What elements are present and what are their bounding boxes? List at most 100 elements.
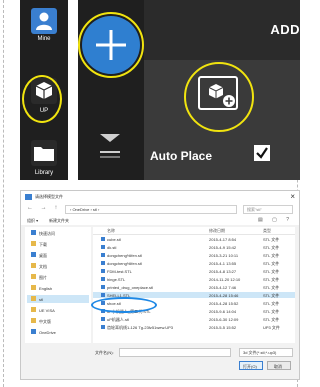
- add-options-panel: Auto Place: [144, 60, 300, 180]
- file-row[interactable]: dk.stl 2015-4-9 15:42 STL 文件: [93, 244, 295, 250]
- file-icon: [101, 285, 105, 289]
- nav-item-label: OneDrive: [39, 330, 56, 335]
- download-tray-icon[interactable]: [96, 126, 124, 162]
- file-type: STL 文件: [263, 261, 280, 266]
- file-type: STL 文件: [263, 245, 280, 250]
- file-row[interactable]: dongcheng%lfen.stl 2015-4-1 13:55 STL 文件: [93, 260, 295, 266]
- file-row[interactable]: FDM-test.STL 2015-4-8 13:27 STL 文件: [93, 268, 295, 274]
- nav-item-label: 下载: [39, 242, 47, 247]
- file-row[interactable]: hinge.STL 2014-11-20 12:10 STL 文件: [93, 276, 295, 282]
- folder-icon: [31, 274, 36, 279]
- up-studio-panel: Mine UP Library ADD Auto Place: [20, 0, 300, 180]
- nav-arrows-icon[interactable]: ← → ↑: [27, 205, 60, 211]
- address-bar[interactable]: › OneDrive › stl ›: [65, 205, 237, 214]
- nav-item-label: 图片: [39, 275, 47, 280]
- column-type[interactable]: 类型: [263, 228, 271, 234]
- file-type: STL 文件: [263, 285, 280, 290]
- file-list: 名称 修改日期 类型 cube.stl 2015-4-17 8:54 STL 文件 d…: [93, 227, 295, 343]
- filename-input[interactable]: [119, 348, 231, 357]
- nav-item[interactable]: English: [27, 284, 89, 292]
- file-list-header: 名称 修改日期 类型: [93, 227, 295, 235]
- dialog-titlebar: 请选择模型文件 ×: [21, 191, 299, 203]
- nav-item-label: English: [39, 286, 53, 291]
- nav-item-label: 文档: [39, 264, 47, 269]
- dialog-title: 请选择模型文件: [35, 194, 63, 199]
- folder-icon: [31, 296, 36, 301]
- mine-label: Mine: [37, 36, 51, 42]
- file-row[interactable]: dongcheng%lfen.stl 2015-3-21 10:11 STL 文件: [93, 252, 295, 258]
- file-date: 2015-4-28 15:52: [209, 301, 239, 306]
- file-date: 2015-4-17 8:54: [209, 237, 237, 242]
- nav-item[interactable]: 图片: [27, 273, 89, 281]
- file-name: dk.stl: [107, 245, 117, 250]
- highlight-circle-add: [78, 12, 144, 78]
- cancel-button[interactable]: 取消: [267, 361, 291, 370]
- file-type: STL 文件: [263, 301, 280, 306]
- search-placeholder: 搜索"stl": [247, 207, 262, 212]
- file-type: STL 文件: [263, 253, 280, 258]
- dialog-toolbar: 组织 ▾ 新建文件夹 ▤ ▢ ?: [21, 215, 299, 225]
- add-title: ADD: [270, 22, 300, 37]
- file-row[interactable]: 齿轮耳机线1-126 Tg-23fz51wew.UP3 2015-5-5 15:5…: [93, 324, 295, 330]
- mine-button[interactable]: Mine: [20, 8, 68, 42]
- file-row[interactable]: cube.stl 2015-4-17 8:54 STL 文件: [93, 236, 295, 242]
- file-name: cube.stl: [107, 237, 121, 242]
- file-date: 2015-5-5 15:52: [209, 325, 237, 330]
- nav-item-label: 中文版: [39, 319, 51, 324]
- nav-item[interactable]: 文档: [27, 262, 89, 270]
- header-strip: ADD: [144, 0, 300, 60]
- organize-button[interactable]: 组织 ▾: [27, 218, 38, 224]
- file-icon: [101, 293, 105, 297]
- workspace-area: ADD Auto Place: [78, 0, 300, 180]
- highlight-circle-selected-file: [91, 297, 157, 313]
- folder-icon: [31, 285, 36, 290]
- file-icon: [101, 245, 105, 249]
- folder-icon: [31, 263, 36, 268]
- nav-item-label: 桌面: [39, 253, 47, 258]
- nav-item[interactable]: OneDrive: [27, 328, 89, 336]
- cloud-icon: [31, 252, 36, 257]
- column-name[interactable]: 名称: [107, 228, 115, 234]
- nav-item[interactable]: 桌面: [27, 251, 89, 259]
- file-type: STL 文件: [263, 309, 280, 314]
- file-type: STL 文件: [263, 237, 280, 242]
- nav-item[interactable]: 快速访问: [27, 229, 89, 237]
- file-name: dongcheng%lfen.stl: [107, 261, 142, 266]
- nav-item[interactable]: 下载: [27, 240, 89, 248]
- auto-place-checkbox[interactable]: [254, 145, 270, 161]
- search-box[interactable]: 搜索"stl": [243, 205, 293, 214]
- view-options-icon[interactable]: ▤ ▢ ?: [258, 217, 293, 223]
- file-name: hinge.STL: [107, 277, 126, 282]
- file-type: STL 文件: [263, 317, 280, 322]
- user-icon: [31, 8, 57, 34]
- column-date[interactable]: 修改日期: [209, 228, 225, 234]
- filename-label: 文件名(N):: [95, 350, 114, 355]
- checkmark-icon: [256, 147, 268, 159]
- address-breadcrumb: › OneDrive › stl ›: [70, 207, 100, 212]
- nav-item-label: stl: [39, 297, 43, 302]
- library-button[interactable]: Library: [20, 140, 68, 176]
- file-date: 2015-4-28 15:46: [209, 293, 239, 298]
- auto-place-label: Auto Place: [150, 149, 213, 163]
- file-date: 2015-4-9 15:42: [209, 245, 237, 250]
- file-name: printed_drug_oneplace.stl: [107, 285, 154, 290]
- nav-item[interactable]: 中文版: [27, 317, 89, 325]
- file-date: 2015-4-8 13:27: [209, 269, 237, 274]
- file-row[interactable]: printed_drug_oneplace.stl 2015-4-12 7:46 S…: [93, 284, 295, 290]
- filetype-value: 3d 文件(*.stl;*.up3): [243, 350, 277, 355]
- filetype-select[interactable]: 3d 文件(*.stl;*.up3): [239, 348, 293, 357]
- open-button[interactable]: 打开(O): [239, 361, 263, 370]
- folder-icon: [31, 241, 36, 246]
- nav-item[interactable]: UE VISA: [27, 306, 89, 314]
- file-row[interactable]: uP机器人.stl 2015-6-30 12:09 STL 文件: [93, 316, 295, 322]
- file-type: STL 文件: [263, 293, 280, 298]
- nav-item[interactable]: stl: [27, 295, 89, 303]
- file-type: STL 文件: [263, 269, 280, 274]
- star-icon: [31, 230, 36, 235]
- app-icon: [25, 194, 32, 200]
- new-folder-button[interactable]: 新建文件夹: [49, 218, 69, 224]
- nav-item-label: UE VISA: [39, 308, 55, 313]
- file-name: uP机器人.stl: [107, 317, 130, 322]
- folder-icon: [31, 318, 36, 323]
- close-icon[interactable]: ×: [290, 192, 295, 202]
